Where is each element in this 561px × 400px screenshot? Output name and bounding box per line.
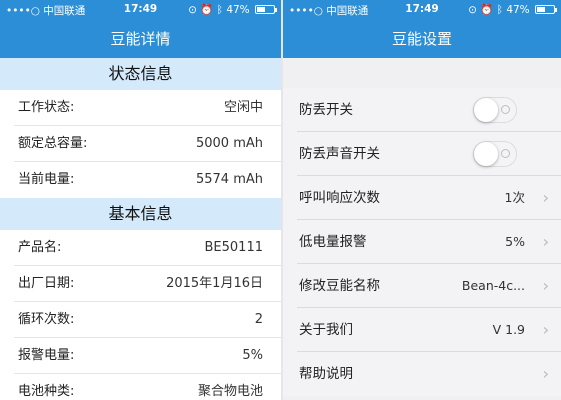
setting-label: 关于我们: [299, 322, 353, 338]
row-value: 空闲中: [223, 100, 263, 115]
battery-icon: [255, 5, 277, 14]
chevron-right-icon: ›: [542, 188, 549, 207]
bluetooth-icon: ᛒ: [216, 4, 223, 16]
row-value: 5%: [242, 348, 263, 363]
info-row-product-name: 产品名: BE50111: [0, 230, 281, 266]
row-label: 电池种类:: [18, 384, 75, 399]
info-row-battery-type: 电池种类: 聚合物电池: [0, 374, 281, 400]
device-settings-screen: ••••○ 中国联通 17:49 ⊙ ⏰ ᛒ 47% 豆能设置 防丢开关 防丢声…: [283, 0, 561, 400]
chevron-right-icon: ›: [542, 320, 549, 339]
row-value: 2: [254, 312, 263, 327]
row-label: 出厂日期:: [18, 276, 75, 291]
row-value: BE50111: [204, 240, 264, 255]
page-title: 豆能设置: [391, 30, 452, 48]
row-label: 产品名:: [18, 240, 62, 255]
location-icon: ⊙: [468, 4, 477, 16]
status-bar: ••••○ 中国联通 17:49 ⊙ ⏰ ᛒ 47%: [283, 0, 561, 20]
device-details-screen: ••••○ 中国联通 17:49 ⊙ ⏰ ᛒ 47% 豆能详情 状态信息 工作状…: [0, 0, 281, 400]
row-label: 工作状态:: [18, 100, 75, 115]
status-indicators: ⊙ ⏰ ᛒ 47%: [468, 3, 557, 16]
setting-anti-loss-sound: 防丢声音开关: [283, 132, 561, 176]
setting-label: 呼叫响应次数: [299, 190, 380, 206]
info-row-work-status: 工作状态: 空闲中: [0, 90, 281, 126]
battery-percent: 47%: [226, 4, 250, 16]
chevron-right-icon: ›: [542, 364, 549, 383]
setting-label: 防丢声音开关: [299, 146, 380, 162]
status-indicators: ⊙ ⏰ ᛒ 47%: [188, 3, 277, 16]
page-title: 豆能详情: [110, 30, 171, 48]
setting-rename-device[interactable]: 修改豆能名称 Bean-4c... ›: [283, 264, 561, 308]
info-row-manufacture-date: 出厂日期: 2015年1月16日: [0, 266, 281, 302]
setting-label: 防丢开关: [299, 102, 353, 118]
battery-percent: 47%: [506, 4, 530, 16]
section-header-status: 状态信息: [0, 58, 281, 90]
alarm-icon: ⏰: [480, 4, 494, 16]
alarm-icon: ⏰: [200, 4, 214, 16]
setting-value: 5%: [505, 234, 525, 249]
section-header-basic: 基本信息: [0, 198, 281, 230]
setting-about-us[interactable]: 关于我们 V 1.9 ›: [283, 308, 561, 352]
status-bar: ••••○ 中国联通 17:49 ⊙ ⏰ ᛒ 47%: [0, 0, 281, 20]
anti-loss-sound-toggle[interactable]: [473, 141, 517, 167]
toggle-knob: [474, 98, 498, 122]
row-value: 聚合物电池: [197, 384, 263, 399]
setting-anti-loss: 防丢开关: [283, 88, 561, 132]
setting-value: 1次: [504, 190, 525, 205]
chevron-right-icon: ›: [542, 276, 549, 295]
row-label: 报警电量:: [18, 348, 75, 363]
toggle-off-icon: [501, 105, 510, 114]
bluetooth-icon: ᛒ: [496, 4, 503, 16]
setting-label: 低电量报警: [299, 234, 367, 250]
info-row-alarm-level: 报警电量: 5%: [0, 338, 281, 374]
anti-loss-toggle[interactable]: [473, 97, 517, 123]
chevron-right-icon: ›: [542, 232, 549, 251]
toggle-off-icon: [501, 149, 510, 158]
row-label: 循环次数:: [18, 312, 75, 327]
setting-value: Bean-4c...: [461, 278, 525, 293]
setting-call-response-count[interactable]: 呼叫响应次数 1次 ›: [283, 176, 561, 220]
info-row-rated-capacity: 额定总容量: 5000 mAh: [0, 126, 281, 162]
row-value: 5000 mAh: [195, 136, 263, 151]
info-row-cycle-count: 循环次数: 2: [0, 302, 281, 338]
row-value: 2015年1月16日: [166, 276, 263, 291]
row-label: 当前电量:: [18, 172, 75, 187]
setting-value: V 1.9: [492, 322, 525, 337]
toggle-knob: [474, 142, 498, 166]
row-value: 5574 mAh: [195, 172, 263, 187]
setting-low-battery-alarm[interactable]: 低电量报警 5% ›: [283, 220, 561, 264]
row-label: 额定总容量:: [18, 136, 88, 151]
setting-help[interactable]: 帮助说明 ›: [283, 352, 561, 396]
battery-icon: [535, 5, 557, 14]
info-row-current-charge: 当前电量: 5574 mAh: [0, 162, 281, 198]
setting-label: 帮助说明: [299, 366, 353, 382]
setting-label: 修改豆能名称: [299, 278, 380, 294]
location-icon: ⊙: [188, 4, 197, 16]
